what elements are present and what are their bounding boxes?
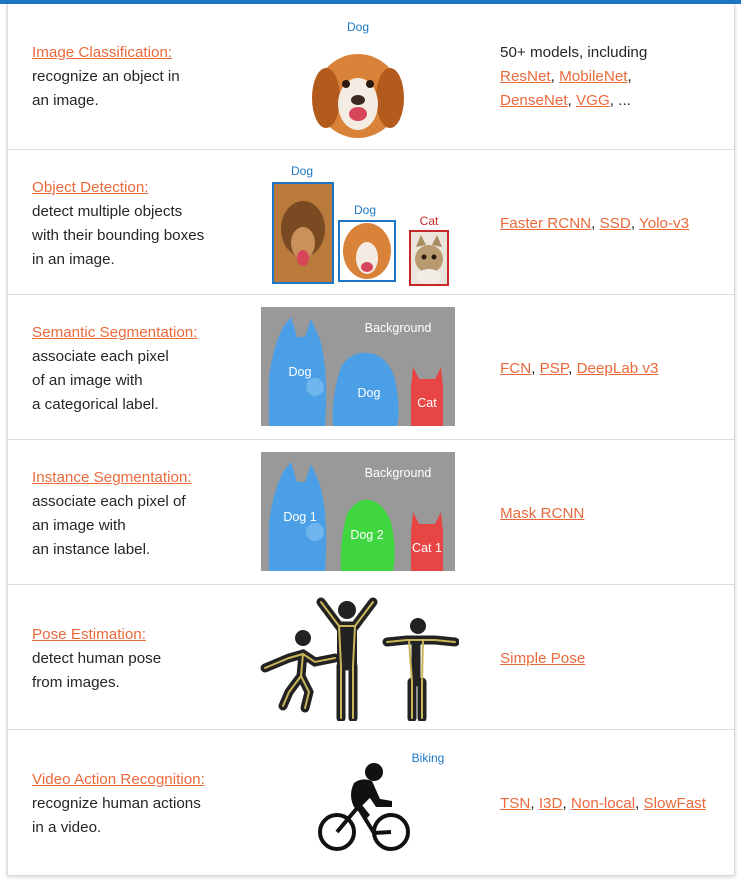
desc-line: recognize human actions (32, 795, 201, 812)
model-link-tsn[interactable]: TSN (500, 795, 530, 812)
dog-photo-icon (338, 220, 396, 282)
models-cell: Simple Pose (500, 647, 585, 671)
label-dog: Dog (347, 20, 369, 34)
pose-figure-icon (260, 597, 459, 721)
models-cell: Mask RCNN (500, 502, 584, 526)
desc-line: recognize an object in (32, 68, 180, 85)
desc-line: in an image. (32, 251, 115, 268)
model-link-densenet[interactable]: DenseNet (500, 92, 568, 109)
model-zoo-table: Image Classification: recognize an objec… (7, 4, 735, 876)
biking-visual: Biking (318, 751, 445, 851)
model-link-yolo-v3[interactable]: Yolo-v3 (639, 215, 689, 232)
label-dog-1: Dog 1 (283, 510, 316, 524)
row-object-detection: Object Detection: detect multiple object… (8, 149, 734, 295)
model-link-slowfast[interactable]: SlowFast (644, 795, 706, 812)
model-link-non-local[interactable]: Non-local (571, 795, 635, 812)
models-cell: Faster RCNN, SSD, Yolo-v3 (500, 215, 690, 232)
label-dog: Dog (358, 386, 381, 400)
task-description: Instance Segmentation: associate each pi… (32, 466, 192, 562)
task-link-semantic-segmentation[interactable]: Semantic Segmentation: (32, 324, 197, 341)
task-link-image-classification[interactable]: Image Classification: (32, 44, 172, 61)
desc-line: detect multiple objects (32, 203, 183, 220)
desc-line: detect human pose (32, 650, 162, 667)
task-link-object-detection[interactable]: Object Detection: (32, 179, 149, 196)
label-cat: Cat (417, 396, 437, 410)
task-link-instance-segmentation[interactable]: Instance Segmentation: (32, 469, 192, 486)
label-cat: Cat (420, 214, 439, 228)
desc-line: an image. (32, 92, 99, 109)
label-cat-1: Cat 1 (412, 541, 442, 555)
desc-line: with their bounding boxes (32, 227, 205, 244)
task-description: Video Action Recognition: recognize huma… (32, 768, 205, 840)
row-pose-estimation: Pose Estimation: detect human pose from … (8, 584, 734, 730)
desc-line: of an image with (32, 372, 143, 389)
model-link-fcn[interactable]: FCN (500, 360, 531, 377)
model-link-resnet[interactable]: ResNet (500, 68, 551, 85)
semantic-segmentation-visual: Background Dog Dog Cat (261, 307, 455, 426)
dog-photo-icon (312, 54, 404, 138)
task-link-pose-estimation[interactable]: Pose Estimation: (32, 626, 146, 643)
label-dog: Dog (354, 203, 376, 217)
model-link-mask-rcnn[interactable]: Mask RCNN (500, 505, 584, 522)
task-link-video-action-recognition[interactable]: Video Action Recognition: (32, 771, 205, 788)
models-prefix: 50+ models, including (500, 44, 648, 61)
task-description: Object Detection: detect multiple object… (32, 176, 204, 272)
row-video-action-recognition: Video Action Recognition: recognize huma… (8, 729, 734, 874)
classification-visual: Dog (312, 20, 404, 138)
label-dog: Dog (289, 365, 312, 379)
model-link-vgg[interactable]: VGG (576, 92, 610, 109)
row-semantic-segmentation: Semantic Segmentation: associate each pi… (8, 294, 734, 440)
row-instance-segmentation: Instance Segmentation: associate each pi… (8, 439, 734, 585)
task-description: Semantic Segmentation: associate each pi… (32, 321, 197, 417)
model-link-i3d[interactable]: I3D (539, 795, 563, 812)
desc-line: associate each pixel (32, 348, 169, 365)
label-biking: Biking (412, 751, 445, 765)
row-image-classification: Image Classification: recognize an objec… (8, 4, 734, 150)
desc-line: associate each pixel of (32, 493, 186, 510)
model-link-mobilenet[interactable]: MobileNet (559, 68, 627, 85)
desc-line: in a video. (32, 819, 102, 836)
label-background: Background (365, 466, 432, 480)
desc-line: an instance label. (32, 541, 151, 558)
desc-line: a categorical label. (32, 396, 159, 413)
models-cell: 50+ models, including ResNet, MobileNet,… (500, 44, 648, 109)
cat-photo-icon (409, 230, 449, 286)
desc-line: from images. (32, 674, 120, 691)
task-description: Pose Estimation: detect human pose from … (32, 623, 161, 695)
desc-line: an image with (32, 517, 126, 534)
model-link-ssd[interactable]: SSD (600, 215, 631, 232)
label-background: Background (365, 321, 432, 335)
detection-visual: Dog Dog Cat (272, 164, 449, 286)
models-suffix: ... (618, 92, 631, 109)
models-cell: FCN, PSP, DeepLab v3 (500, 360, 659, 377)
task-description: Image Classification: recognize an objec… (32, 41, 180, 113)
model-link-deeplab-v3[interactable]: DeepLab v3 (577, 360, 659, 377)
label-dog-2: Dog 2 (350, 528, 383, 542)
models-cell: TSN, I3D, Non-local, SlowFast (500, 795, 706, 812)
biking-icon (318, 793, 410, 851)
label-dog: Dog (291, 164, 313, 178)
dog-photo-icon (272, 182, 334, 284)
model-link-simple-pose[interactable]: Simple Pose (500, 650, 585, 667)
instance-segmentation-visual: Background Dog 1 Dog 2 Cat 1 (261, 452, 455, 571)
model-link-faster-rcnn[interactable]: Faster RCNN (500, 215, 591, 232)
model-link-psp[interactable]: PSP (540, 360, 568, 377)
